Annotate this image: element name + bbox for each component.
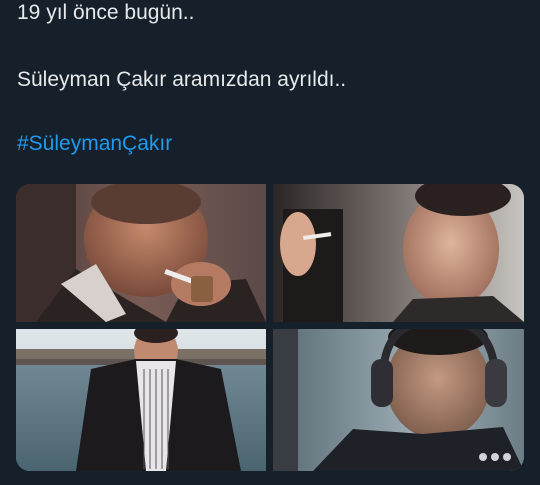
tweet: 19 yıl önce bugün.. Süleyman Çakır aramı… xyxy=(0,0,540,485)
tweet-text-line-1: 19 yıl önce bugün.. xyxy=(17,1,195,24)
media-grid xyxy=(16,184,524,471)
hashtag-link[interactable]: #SüleymanÇakır xyxy=(17,131,172,157)
tweet-text-line-2: Süleyman Çakır aramızdan ayrıldı.. xyxy=(17,68,347,91)
photo-man-holding-cigarette[interactable] xyxy=(273,184,524,322)
photo-man-by-water[interactable] xyxy=(16,329,266,471)
photo-man-with-headphones[interactable] xyxy=(273,329,524,471)
photo-man-lighting-cigarette[interactable] xyxy=(16,184,266,322)
